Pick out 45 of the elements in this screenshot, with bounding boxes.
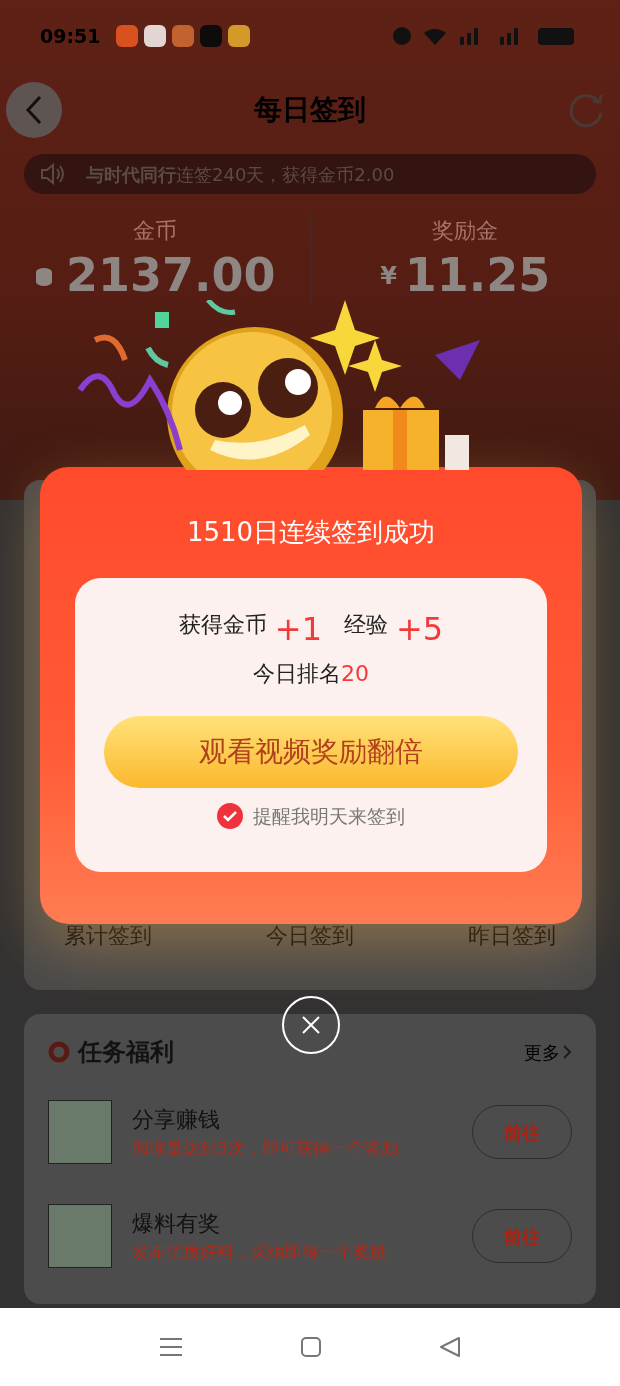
balance-label: 奖励金 [432,217,499,245]
page-title: 每日签到 [254,92,366,128]
ring-icon [48,1041,70,1063]
menu-icon[interactable] [158,1337,183,1357]
stat-label: 累计签到 [64,922,152,950]
check-icon [223,810,237,823]
reminder-label: 提醒我明天来签到 [253,804,405,829]
task-title: 分享赚钱 [132,1105,221,1134]
close-icon [301,1015,321,1035]
reward-amount: +1 [274,613,322,645]
reminder-checkbox[interactable] [217,803,243,830]
watch-video-button[interactable]: 观看视频奖励翻倍 [104,716,518,788]
image-placeholder [48,1204,112,1268]
currency-symbol: ¥ [380,260,397,292]
status-time: 09:51 [40,23,101,49]
app-icon [116,25,139,47]
back-icon [25,95,43,125]
dialog-title: 1510日连续签到成功 [186,516,436,549]
more-link[interactable]: 更多 [524,1038,572,1066]
home-icon[interactable] [300,1336,322,1358]
refresh-icon [567,91,605,129]
stat-label: 今日签到 [266,922,354,950]
back-button[interactable] [6,82,62,138]
back-nav-icon[interactable] [439,1336,462,1358]
reward-amount: +5 [396,613,444,645]
app-icon [200,25,223,47]
task-description: 阅读量达到3次，即可获得一个奖励 [132,1136,399,1160]
chevron-icon [562,1044,572,1060]
reward-label: 经验 [344,611,388,639]
image-placeholder [48,1100,112,1164]
app-icon [228,25,251,47]
reward-label: 获得金币 [178,611,267,639]
task-title: 爆料有奖 [132,1209,221,1238]
app-icon [172,25,195,47]
task-description: 发布优质好料，采纳即得一个奖励 [132,1240,388,1264]
balance-value: 2137.00 [66,247,276,304]
speaker-icon [40,163,66,185]
app-icon [144,25,167,47]
section-title: 任务福利 [78,1037,174,1068]
balance-label: 金币 [132,217,177,245]
rank-label: 今日排名 [253,660,341,688]
close-button[interactable] [282,996,340,1054]
balance-value: 11.25 [404,247,551,304]
rank-value: 20 [341,660,369,688]
stat-label: 昨日签到 [468,922,556,950]
